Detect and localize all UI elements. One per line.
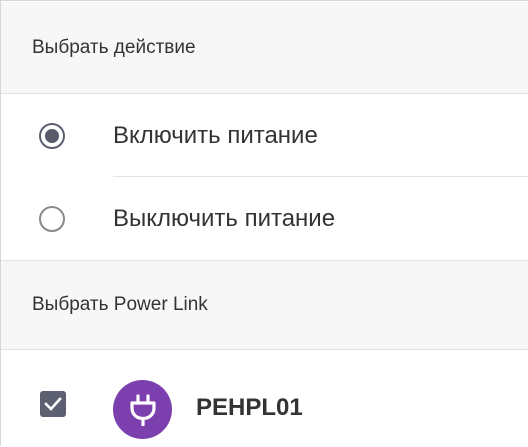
option-power-on[interactable]: Включить питание [1,95,528,177]
radio-power-on[interactable] [39,123,65,149]
option-power-on-label: Включить питание [113,122,318,149]
power-link-action-panel: Выбрать действие Включить питание Выключ… [0,0,528,446]
radio-power-off[interactable] [39,206,65,232]
radio-selected-dot [45,129,59,143]
section-header-action: Выбрать действие [1,2,528,94]
option-power-off[interactable]: Выключить питание [1,178,528,260]
device-name: PEHPL01 [196,394,303,421]
option-divider [113,176,528,177]
device-row[interactable]: PEHPL01 [1,351,528,447]
device-avatar [113,380,172,439]
device-checkbox[interactable] [40,391,66,417]
section-header-power-link-label: Выбрать Power Link [32,294,208,315]
section-header-power-link: Выбрать Power Link [1,260,528,350]
checkmark-icon [44,397,62,411]
option-power-off-label: Выключить питание [113,205,336,232]
plug-icon [130,394,156,426]
section-header-action-label: Выбрать действие [32,36,196,58]
